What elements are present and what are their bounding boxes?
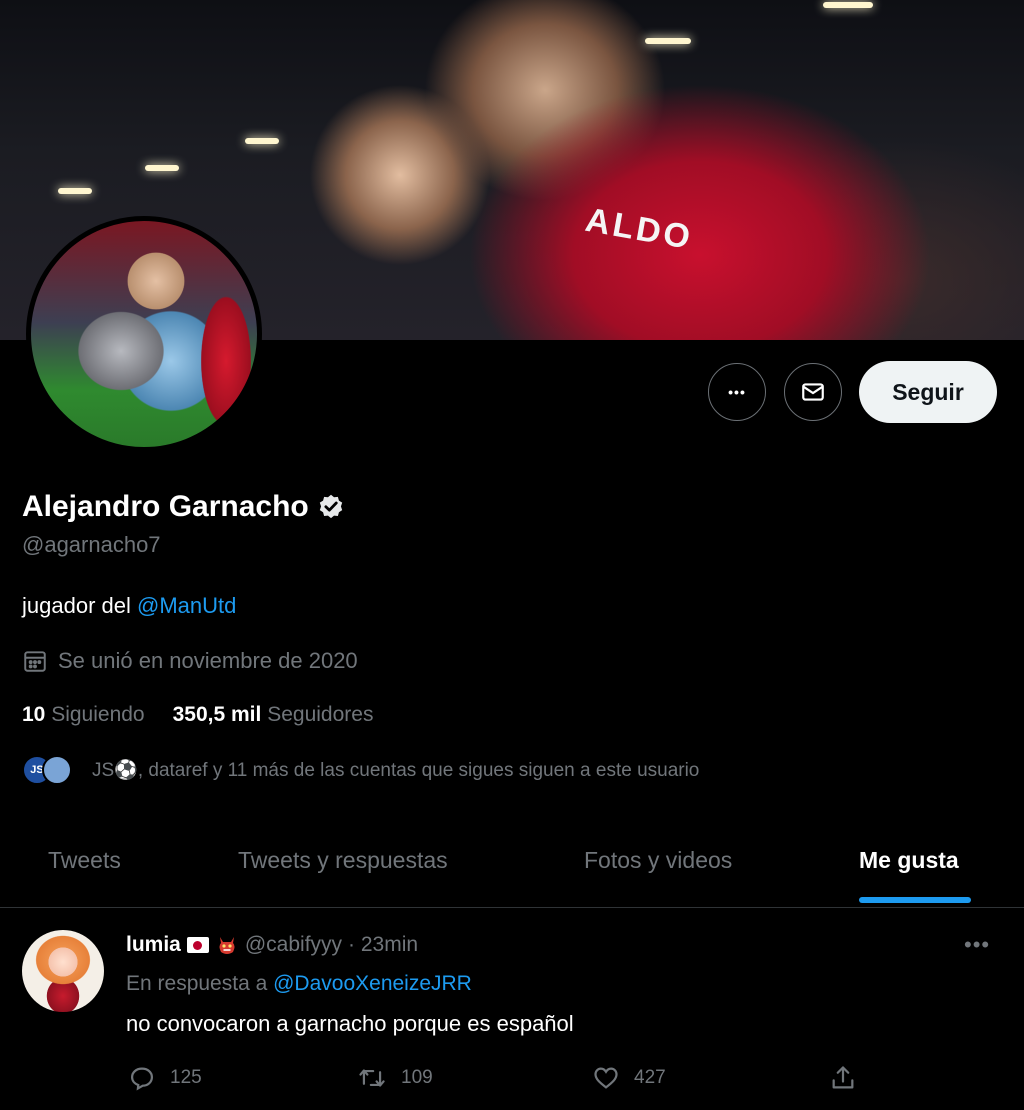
profile-stats: 10 Siguiendo 350,5 mil Seguidores [22, 703, 373, 727]
reply-count: 125 [170, 1067, 202, 1088]
retweet-icon [359, 1069, 385, 1087]
share-action[interactable] [829, 1064, 857, 1092]
tweet-timestamp[interactable]: · 23min [348, 933, 418, 957]
share-icon [832, 1066, 854, 1089]
stadium-light [58, 188, 92, 194]
tweet-more-options[interactable]: ••• [964, 932, 990, 958]
more-icon: ••• [728, 384, 746, 400]
bio-mention-link[interactable]: @ManUtd [137, 593, 236, 618]
followers-link[interactable]: 350,5 mil Seguidores [173, 703, 374, 727]
profile-name-row: Alejandro Garnacho [22, 490, 345, 524]
retweet-count: 109 [401, 1067, 433, 1088]
tab-tweets[interactable]: Tweets [48, 847, 121, 874]
tab-likes[interactable]: Me gusta [859, 847, 959, 874]
tweet-author-name[interactable]: lumia [126, 933, 181, 957]
retweet-action[interactable]: 109 [357, 1064, 433, 1092]
like-action[interactable]: 427 [592, 1064, 666, 1092]
join-date-text: Se unió en noviembre de 2020 [58, 648, 358, 673]
profile-avatar[interactable] [26, 216, 262, 452]
reply-prefix: En respuesta a [126, 972, 268, 995]
followers-you-know-text: JS⚽, dataref y 11 más de las cuentas que… [92, 760, 700, 781]
oni-mask-icon [219, 937, 235, 954]
followers-you-know[interactable]: JS JS⚽, dataref y 11 más de las cuentas … [22, 755, 699, 785]
heart-icon [594, 1067, 618, 1089]
follow-button[interactable]: Seguir [859, 361, 997, 423]
following-link[interactable]: 10 Siguiendo [22, 703, 145, 727]
bio-text: jugador del [22, 593, 131, 618]
followers-count: 350,5 mil [172, 703, 262, 726]
more-options-button[interactable]: ••• [708, 363, 766, 421]
active-tab-indicator [859, 897, 971, 903]
envelope-icon [802, 383, 824, 401]
reply-icon [130, 1067, 154, 1091]
reply-action[interactable]: 125 [128, 1064, 202, 1092]
japan-flag-icon [186, 937, 209, 953]
follower-avatar [42, 755, 72, 785]
following-label: Siguiendo [51, 703, 145, 726]
banner-jersey-text: ALDO [582, 200, 696, 258]
stadium-light [145, 165, 179, 171]
like-count: 427 [634, 1067, 666, 1088]
following-count: 10 [22, 703, 46, 726]
calendar-icon [24, 651, 46, 672]
tweet-header: lumia @cabifyyy · 23min [126, 933, 418, 957]
reply-context: En respuesta a @DavooXeneizeJRR [126, 972, 472, 996]
verified-badge-icon [319, 494, 342, 519]
profile-bio: jugador del @ManUtd [22, 593, 236, 619]
stadium-light [645, 38, 691, 44]
tweet-author-handle[interactable]: @cabifyyy [245, 933, 342, 957]
display-name: Alejandro Garnacho [22, 490, 309, 523]
tweet-author-avatar[interactable] [22, 930, 104, 1012]
stadium-light [823, 2, 873, 8]
tweet-text: no convocaron a garnacho porque es españ… [126, 1011, 574, 1036]
tab-media[interactable]: Fotos y videos [584, 847, 732, 874]
join-date: Se unió en noviembre de 2020 [22, 648, 358, 674]
message-button[interactable] [784, 363, 842, 421]
reply-to-link[interactable]: @DavooXeneizeJRR [273, 972, 472, 995]
tab-tweets-replies[interactable]: Tweets y respuestas [238, 847, 448, 874]
profile-handle: @agarnacho7 [22, 532, 161, 557]
stadium-light [245, 138, 279, 144]
followers-label: Seguidores [267, 703, 374, 726]
